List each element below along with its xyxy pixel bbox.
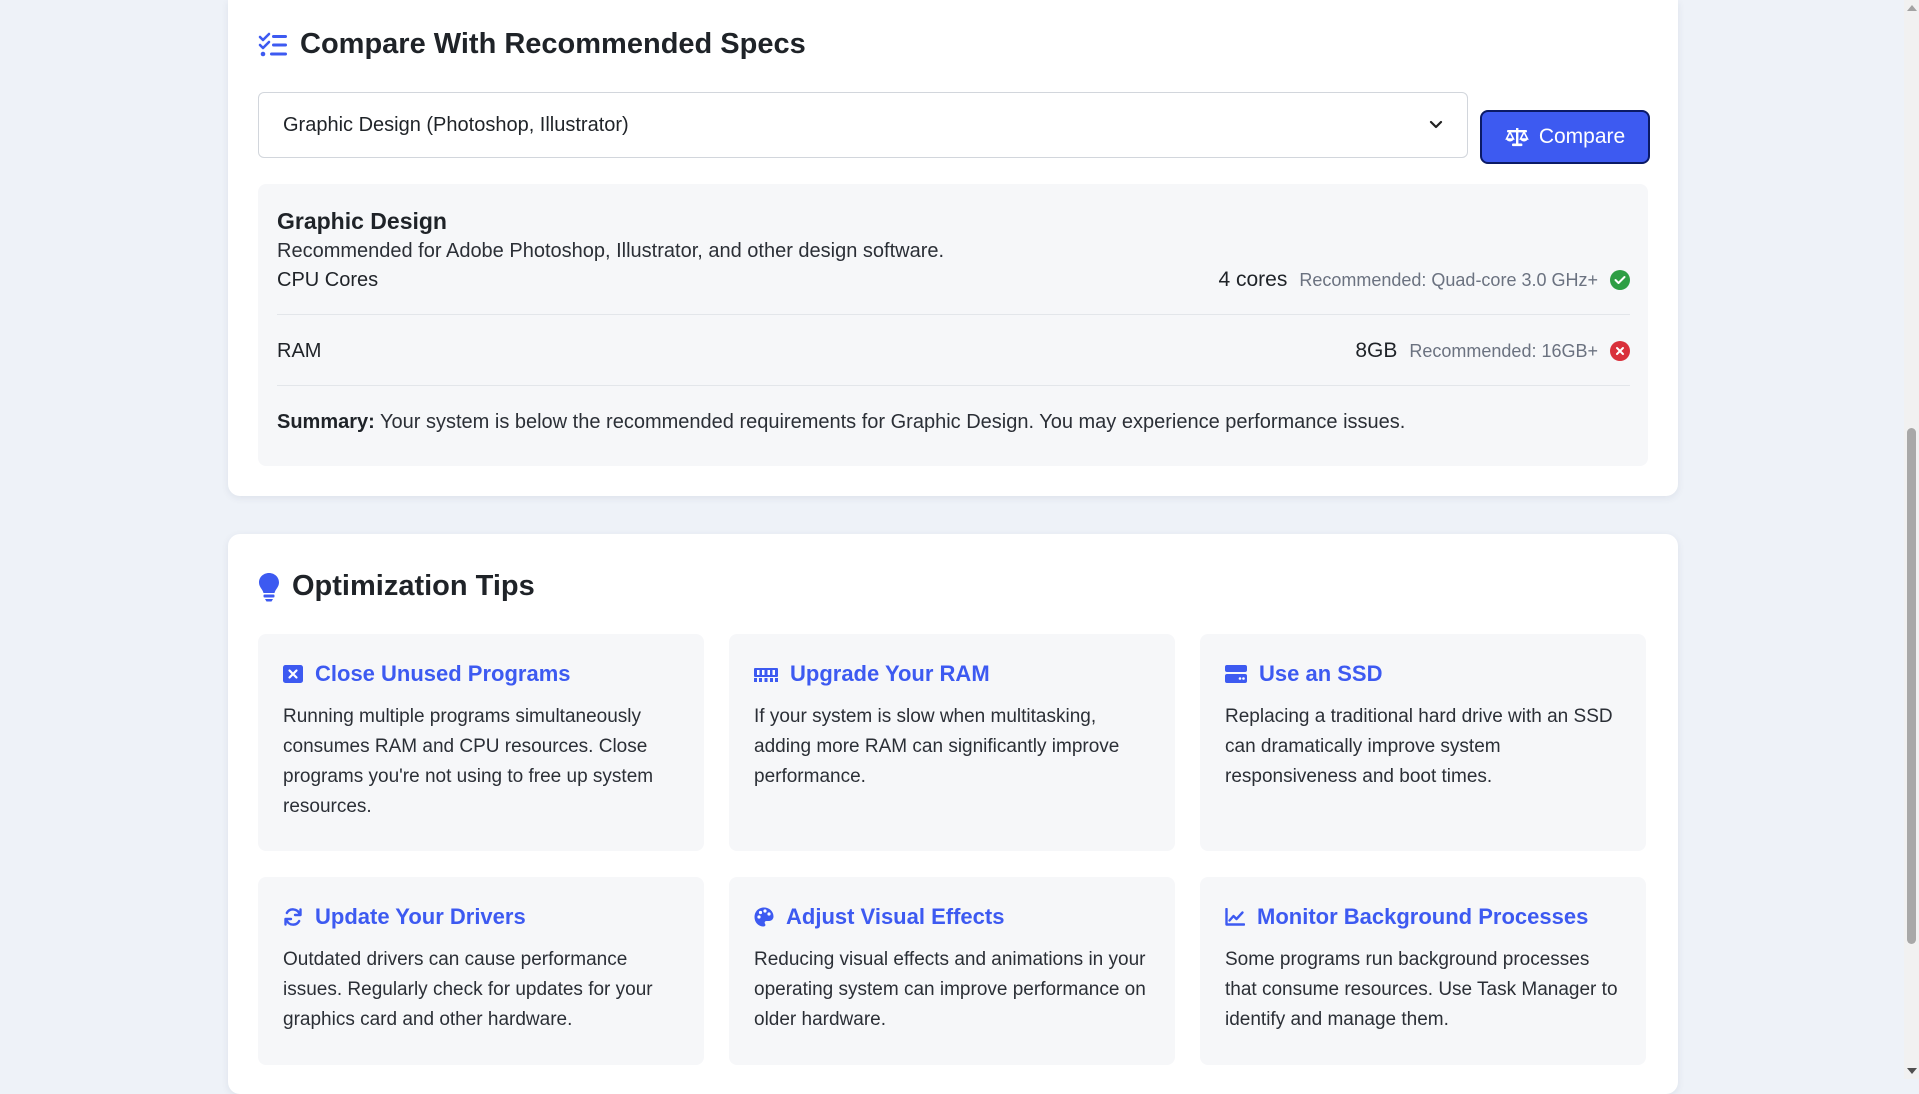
check-circle-icon bbox=[1610, 270, 1630, 290]
tip-update-drivers: Update Your Drivers Outdated drivers can… bbox=[258, 877, 704, 1065]
result-heading: Graphic Design bbox=[277, 208, 447, 234]
sync-icon bbox=[283, 907, 303, 927]
tip-title: Use an SSD bbox=[1259, 661, 1383, 686]
spec-recommended: Recommended: 16GB+ bbox=[1409, 341, 1598, 361]
chart-line-icon bbox=[1225, 908, 1245, 926]
spec-row-ram: RAM 8GB Recommended: 16GB+ bbox=[277, 315, 1630, 386]
tip-heading: Adjust Visual Effects bbox=[754, 903, 1151, 931]
compare-specs-title: Compare With Recommended Specs bbox=[258, 28, 806, 61]
summary-label: Summary: bbox=[277, 411, 375, 433]
optimization-tips-card: Optimization Tips Close Unused Programs … bbox=[228, 534, 1678, 1094]
spec-recommended: Recommended: Quad-core 3.0 GHz+ bbox=[1299, 270, 1598, 290]
compare-button[interactable]: Compare bbox=[1480, 110, 1650, 164]
tip-text: If your system is slow when multitasking… bbox=[754, 706, 1120, 787]
result-summary: Summary: Your system is below the recomm… bbox=[277, 408, 1630, 436]
balance-scale-icon bbox=[1505, 126, 1529, 148]
compare-specs-heading: Compare With Recommended Specs bbox=[300, 28, 806, 60]
tip-title: Update Your Drivers bbox=[315, 904, 526, 929]
tip-title: Adjust Visual Effects bbox=[786, 904, 1005, 929]
compare-button-label: Compare bbox=[1538, 125, 1626, 148]
scroll-down-arrow-icon[interactable] bbox=[1907, 1068, 1917, 1074]
workload-select-value: Graphic Design (Photoshop, Illustrator) bbox=[283, 113, 629, 136]
scroll-up-arrow-icon[interactable] bbox=[1907, 5, 1917, 11]
tip-upgrade-ram: Upgrade Your RAM If your system is slow … bbox=[729, 634, 1175, 851]
spec-value: 8GB bbox=[1355, 339, 1398, 362]
chevron-down-icon bbox=[1429, 120, 1443, 130]
tip-use-ssd: Use an SSD Replacing a traditional hard … bbox=[1200, 634, 1646, 851]
tip-text: Some programs run background processes t… bbox=[1225, 949, 1618, 1030]
scrollbar-thumb[interactable] bbox=[1907, 428, 1916, 944]
tip-close-unused-programs: Close Unused Programs Running multiple p… bbox=[258, 634, 704, 851]
result-description: Recommended for Adobe Photoshop, Illustr… bbox=[277, 240, 945, 262]
spec-details: 4 cores Recommended: Quad-core 3.0 GHz+ bbox=[1218, 266, 1630, 294]
tip-title: Upgrade Your RAM bbox=[790, 661, 990, 686]
compare-specs-card: Compare With Recommended Specs Graphic D… bbox=[228, 0, 1678, 496]
list-check-icon bbox=[258, 32, 288, 58]
tip-adjust-visual-effects: Adjust Visual Effects Reducing visual ef… bbox=[729, 877, 1175, 1065]
workload-select[interactable]: Graphic Design (Photoshop, Illustrator) bbox=[258, 92, 1468, 158]
spec-label: CPU Cores bbox=[277, 269, 379, 291]
tip-text: Running multiple programs simultaneously… bbox=[283, 706, 654, 817]
memory-icon bbox=[754, 666, 778, 682]
palette-icon bbox=[754, 907, 774, 927]
tip-text: Replacing a traditional hard drive with … bbox=[1225, 706, 1613, 787]
tip-heading: Monitor Background Processes bbox=[1225, 903, 1622, 931]
spec-row-cpu: CPU Cores 4 cores Recommended: Quad-core… bbox=[277, 266, 1630, 315]
tip-heading: Upgrade Your RAM bbox=[754, 660, 1151, 688]
hard-drive-icon bbox=[1225, 665, 1247, 683]
tips-grid: Close Unused Programs Running multiple p… bbox=[258, 634, 1648, 1065]
tip-heading: Update Your Drivers bbox=[283, 903, 680, 931]
spec-value: 4 cores bbox=[1218, 268, 1288, 291]
tip-text: Outdated drivers can cause performance i… bbox=[283, 949, 653, 1030]
tip-monitor-background-processes: Monitor Background Processes Some progra… bbox=[1200, 877, 1646, 1065]
optimization-tips-heading: Optimization Tips bbox=[292, 570, 535, 602]
tip-text: Reducing visual effects and animations i… bbox=[754, 949, 1146, 1030]
spec-label: RAM bbox=[277, 340, 322, 362]
summary-text: Your system is below the recommended req… bbox=[374, 411, 1406, 433]
tip-title: Close Unused Programs bbox=[315, 661, 571, 686]
comparison-result: Graphic Design Recommended for Adobe Pho… bbox=[258, 184, 1648, 466]
tip-heading: Close Unused Programs bbox=[283, 660, 680, 688]
tip-heading: Use an SSD bbox=[1225, 660, 1622, 688]
page-scrollbar[interactable] bbox=[1904, 0, 1919, 1079]
tip-title: Monitor Background Processes bbox=[1257, 904, 1589, 929]
lightbulb-icon bbox=[258, 572, 280, 602]
times-circle-icon bbox=[1610, 341, 1630, 361]
compare-controls: Graphic Design (Photoshop, Illustrator) bbox=[258, 92, 1650, 164]
close-window-icon bbox=[283, 665, 303, 683]
spec-details: 8GB Recommended: 16GB+ bbox=[1355, 337, 1630, 365]
optimization-tips-title: Optimization Tips bbox=[258, 570, 535, 603]
page-content: Compare With Recommended Specs Graphic D… bbox=[228, 0, 1678, 1094]
